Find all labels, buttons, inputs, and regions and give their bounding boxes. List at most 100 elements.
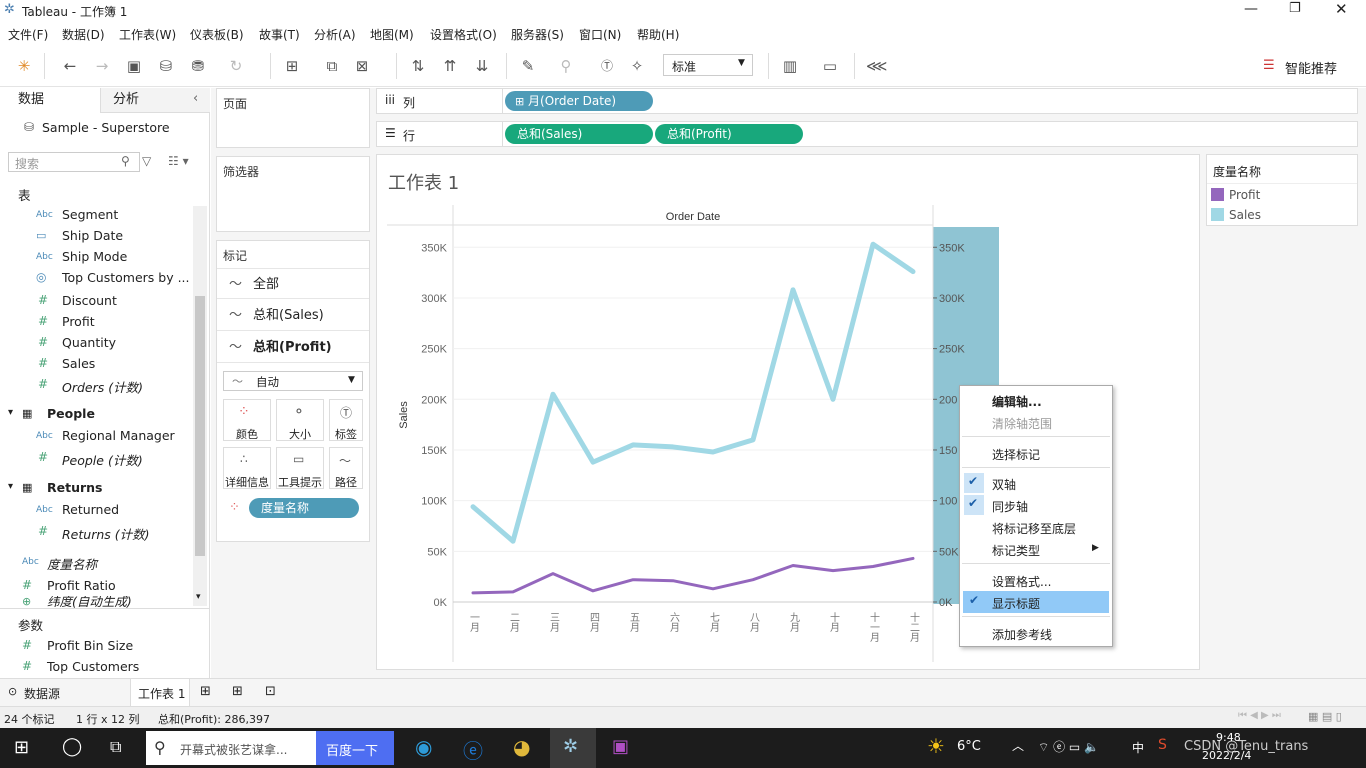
field-measure-names[interactable]: 度量名称 <box>47 554 97 573</box>
menu-edit-axis[interactable]: 编辑轴... <box>992 393 1042 410</box>
field-regional-manager[interactable]: Regional Manager <box>62 428 175 443</box>
show-cards-icon[interactable]: ▥ <box>780 56 800 76</box>
marks-profit[interactable]: 〜 总和(Profit) <box>217 332 369 363</box>
close-icon[interactable]: ✕ <box>1335 0 1348 18</box>
marks-sales[interactable]: 〜 总和(Sales) <box>217 300 369 331</box>
columns-pill-month-order-date[interactable]: ⊞ 月(Order Date) <box>505 91 653 111</box>
onenote-icon[interactable]: ▣ <box>612 736 629 757</box>
new-dashboard-icon[interactable]: ⊞ <box>232 684 243 699</box>
collapse-pane-icon[interactable]: ‹ <box>193 91 198 106</box>
ime-indicator[interactable]: 中 <box>1132 739 1144 756</box>
menu-mark-type[interactable]: 标记类型 <box>992 542 1040 559</box>
field-scrollbar[interactable] <box>193 206 207 606</box>
ie-icon[interactable]: ⓔ <box>463 735 483 764</box>
undo-icon[interactable]: ← <box>60 56 80 76</box>
view-mode-icon[interactable]: ▦ ▤ ▯ <box>1308 710 1342 723</box>
field-orders-count[interactable]: Orders (计数) <box>62 377 143 396</box>
pin-icon[interactable]: ✧ <box>627 56 647 76</box>
param-profit-bin-size[interactable]: Profit Bin Size <box>47 638 133 653</box>
menu-server[interactable]: 服务器(S) <box>511 26 564 43</box>
tableau-taskbar-item[interactable]: ✲ <box>550 728 596 768</box>
menu-analysis[interactable]: 分析(A) <box>314 26 356 43</box>
edge-icon[interactable]: ◉ <box>415 735 432 759</box>
collapse-returns-icon[interactable]: ▾ <box>8 481 13 492</box>
sort-ascending-icon[interactable]: ⇈ <box>440 56 460 76</box>
menu-add-reference-line[interactable]: 添加参考线 <box>992 626 1052 643</box>
minimize-icon[interactable]: — <box>1244 1 1258 17</box>
tab-data-label[interactable]: 数据 <box>18 88 44 112</box>
marks-all[interactable]: 〜 全部 <box>217 268 369 299</box>
legend-item-profit[interactable]: Profit <box>1229 188 1260 202</box>
tableau-home-icon[interactable]: ✳ <box>14 56 34 76</box>
chrome-icon[interactable]: ◕ <box>513 735 530 759</box>
taskbar-search-box[interactable]: ⚲ 开幕式被张艺谋拿... <box>146 731 316 765</box>
columns-shelf[interactable]: iii 列 ⊞ 月(Order Date) <box>376 88 1358 114</box>
tab-data[interactable] <box>0 88 100 114</box>
menu-format[interactable]: 设置格式... <box>992 573 1051 590</box>
field-segment[interactable]: Segment <box>62 207 118 222</box>
view-options-icon[interactable]: ☷ ▾ <box>168 154 189 168</box>
menu-window[interactable]: 窗口(N) <box>579 26 621 43</box>
tray-icons[interactable]: ⌔ ⓔ ▭ 🔈 <box>1038 738 1099 755</box>
rows-pill-sales[interactable]: 总和(Sales) <box>505 124 653 144</box>
table-returns[interactable]: Returns <box>47 480 102 495</box>
new-story-icon[interactable]: ⊡ <box>265 684 276 699</box>
field-sales[interactable]: Sales <box>62 356 95 371</box>
field-ship-mode[interactable]: Ship Mode <box>62 249 127 264</box>
baidu-search-button[interactable]: 百度一下 <box>316 731 394 765</box>
swap-rows-columns-icon[interactable]: ⇅ <box>408 56 428 76</box>
sheet-nav-icon[interactable]: ⏮ ◀ ▶ ⏭ <box>1238 710 1281 721</box>
label-button[interactable]: Ⓣ 标签 <box>329 399 363 441</box>
tooltip-button[interactable]: ▭ 工具提示 <box>276 447 324 489</box>
presentation-icon[interactable]: ▭ <box>820 56 840 76</box>
menu-story[interactable]: 故事(T) <box>259 26 300 43</box>
detail-button[interactable]: ∴ 详细信息 <box>223 447 271 489</box>
rows-pill-profit[interactable]: 总和(Profit) <box>655 124 803 144</box>
field-profit-ratio[interactable]: Profit Ratio <box>47 578 116 593</box>
table-people[interactable]: People <box>47 406 95 421</box>
tab-analysis-label[interactable]: 分析 <box>113 88 139 112</box>
sort-descending-icon[interactable]: ⇊ <box>472 56 492 76</box>
label-icon[interactable]: Ⓣ <box>597 56 617 76</box>
menu-select-marks[interactable]: 选择标记 <box>992 446 1040 463</box>
field-latitude[interactable]: 纬度(自动生成) <box>47 596 132 608</box>
save-icon[interactable]: ▣ <box>124 56 144 76</box>
windows-start-icon[interactable]: ⊞ <box>14 737 29 758</box>
collapse-people-icon[interactable]: ▾ <box>8 407 13 418</box>
field-returned[interactable]: Returned <box>62 502 119 517</box>
group-icon[interactable]: ⚲ <box>556 56 576 76</box>
field-quantity[interactable]: Quantity <box>62 335 116 350</box>
tab-datasource[interactable]: 数据源 <box>24 685 60 702</box>
rows-shelf[interactable]: ☰ 行 总和(Sales) 总和(Profit) <box>376 121 1358 147</box>
measure-names-color-pill[interactable]: 度量名称 <box>249 498 359 518</box>
menu-sync-axis[interactable]: 同步轴 <box>992 498 1028 515</box>
clear-sheet-icon[interactable]: ⊠ <box>352 56 372 76</box>
sogou-icon[interactable]: S <box>1158 737 1167 753</box>
field-top-customers[interactable]: Top Customers by ... <box>62 270 190 285</box>
field-discount[interactable]: Discount <box>62 293 117 308</box>
tab-sheet1[interactable]: 工作表 1 <box>130 679 190 706</box>
share-icon[interactable]: ⋘ <box>866 56 887 76</box>
menu-data[interactable]: 数据(D) <box>62 26 105 43</box>
pause-updates-icon[interactable]: ⛃ <box>188 56 208 76</box>
menu-dual-axis[interactable]: 双轴 <box>992 476 1016 493</box>
refresh-icon[interactable]: ↻ <box>226 56 246 76</box>
menu-format[interactable]: 设置格式(O) <box>430 26 497 43</box>
duplicate-sheet-icon[interactable]: ⧉ <box>322 56 342 76</box>
menu-help[interactable]: 帮助(H) <box>637 26 679 43</box>
new-datasource-icon[interactable]: ⛁ <box>156 56 176 76</box>
new-worksheet-icon[interactable]: ⊞ <box>200 684 211 699</box>
menu-clear-axis-range[interactable]: 清除轴范围 <box>992 415 1052 432</box>
scroll-down-icon[interactable]: ▾ <box>196 592 201 602</box>
redo-icon[interactable]: → <box>92 56 112 76</box>
maximize-icon[interactable]: ❐ <box>1289 1 1301 16</box>
path-button[interactable]: 〜 路径 <box>329 447 363 489</box>
filters-card[interactable]: 筛选器 <box>216 156 370 232</box>
highlight-icon[interactable]: ✎ <box>518 56 538 76</box>
menu-map[interactable]: 地图(M) <box>370 26 414 43</box>
mark-type-select[interactable]: 〜 自动 ▼ <box>223 371 363 391</box>
menu-dashboard[interactable]: 仪表板(B) <box>190 26 244 43</box>
color-button[interactable]: ⁘ 颜色 <box>223 399 271 441</box>
field-returns-count[interactable]: Returns (计数) <box>62 524 150 543</box>
show-me-icon[interactable]: ☰ <box>1263 58 1275 73</box>
